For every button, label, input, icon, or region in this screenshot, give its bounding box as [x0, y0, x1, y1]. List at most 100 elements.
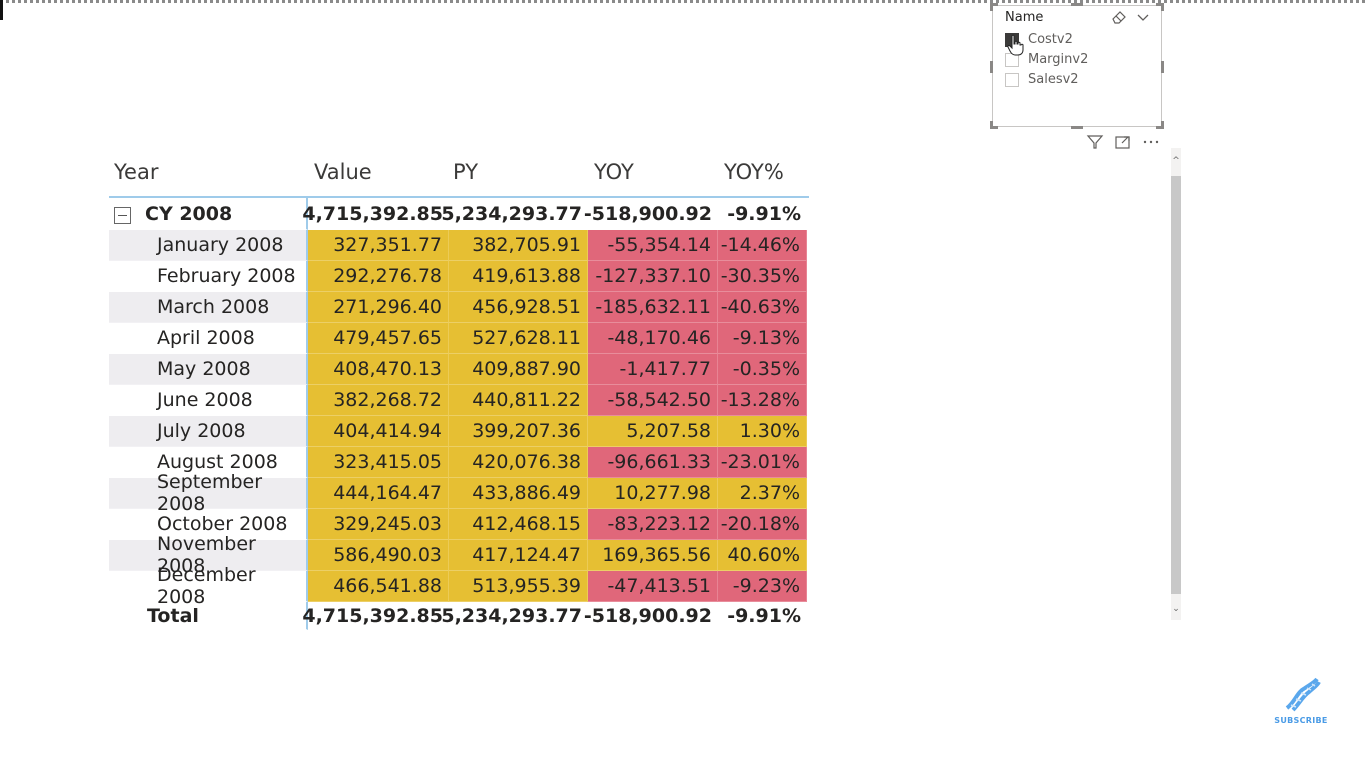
row-header: CY 2008 [109, 198, 308, 230]
chevron-down-icon[interactable] [1136, 10, 1150, 24]
value-cell: 408,470.13 [308, 354, 449, 385]
yoy-cell: -185,632.11 [588, 292, 718, 323]
yoy-pct-cell: -30.35% [718, 261, 807, 292]
focus-mode-icon[interactable] [1114, 134, 1132, 150]
yoy-cell: -518,900.92 [584, 198, 718, 230]
vertical-scrollbar[interactable]: ^ ⌄ [1171, 148, 1181, 620]
column-header-year[interactable]: Year [109, 160, 308, 184]
py-cell: 382,705.91 [449, 230, 588, 261]
py-cell: 5,234,293.77 [441, 198, 588, 230]
total-row: Total 4,715,392.85 5,234,293.77 -518,900… [109, 602, 809, 630]
py-cell: 440,811.22 [449, 385, 588, 416]
yoy-cell: 5,207.58 [588, 416, 718, 447]
total-label: Total [109, 602, 308, 630]
column-header-yoy[interactable]: YOY [588, 160, 718, 184]
py-cell: 419,613.88 [449, 261, 588, 292]
window-edge [0, 0, 3, 20]
value-cell: 329,245.03 [308, 509, 449, 540]
row-header: September 2008 [109, 471, 308, 515]
yoy-pct-cell: -20.18% [718, 509, 807, 540]
checkbox[interactable] [1005, 72, 1019, 87]
py-cell: 409,887.90 [449, 354, 588, 385]
value-cell: 323,415.05 [308, 447, 449, 478]
yoy-pct-cell: -9.13% [718, 323, 807, 354]
value-cell: 466,541.88 [308, 571, 449, 602]
matrix-header: Year Value PY YOY YOY% [109, 148, 809, 198]
yoy-pct-cell: 2.37% [718, 478, 807, 509]
py-cell: 433,886.49 [449, 478, 588, 509]
visual-header-icons [1086, 134, 1160, 150]
collapse-icon[interactable] [114, 207, 131, 224]
value-cell: 382,268.72 [308, 385, 449, 416]
yoy-pct-cell: -9.91% [718, 198, 807, 230]
py-cell: 420,076.38 [449, 447, 588, 478]
yoy-cell: -96,661.33 [588, 447, 718, 478]
row-header: May 2008 [109, 354, 308, 385]
value-cell: 4,715,392.85 [302, 602, 449, 630]
resize-handle[interactable] [990, 121, 993, 129]
table-row: July 2008 404,414.94 399,207.36 5,207.58 1.3… [109, 416, 809, 447]
yoy-pct-cell: 1.30% [718, 416, 807, 447]
hand-cursor-icon [1007, 34, 1024, 56]
slicer-option-salesv2[interactable]: Salesv2 [1005, 72, 1079, 87]
scroll-down-arrow-icon[interactable]: ⌄ [1171, 602, 1181, 616]
resize-handle[interactable] [990, 61, 993, 73]
resize-handle[interactable] [1071, 3, 1083, 6]
value-cell: 586,490.03 [308, 540, 449, 571]
py-cell: 456,928.51 [449, 292, 588, 323]
yoy-pct-cell: -9.23% [718, 571, 807, 602]
row-header: December 2008 [109, 564, 308, 608]
filter-icon[interactable] [1086, 134, 1104, 150]
row-header: June 2008 [109, 385, 308, 416]
value-cell: 327,351.77 [308, 230, 449, 261]
yoy-pct-cell: -13.28% [718, 385, 807, 416]
resize-handle[interactable] [990, 3, 993, 11]
column-header-value[interactable]: Value [308, 160, 449, 184]
value-cell: 292,276.78 [308, 261, 449, 292]
value-cell: 444,164.47 [308, 478, 449, 509]
resize-handle[interactable] [1161, 61, 1164, 73]
yoy-cell: -518,900.92 [584, 602, 718, 630]
column-header-py[interactable]: PY [449, 160, 588, 184]
row-header: July 2008 [109, 416, 308, 447]
table-row: March 2008 271,296.40 456,928.51 -185,632.1… [109, 292, 809, 323]
resize-handle[interactable] [1161, 3, 1164, 11]
resize-handle[interactable] [1071, 126, 1083, 129]
py-cell: 412,468.15 [449, 509, 588, 540]
value-cell: 271,296.40 [308, 292, 449, 323]
yoy-cell: -58,542.50 [588, 385, 718, 416]
name-slicer[interactable]: Name Costv2 Marginv2 Salesv2 [990, 3, 1164, 129]
yoy-cell: 10,277.98 [588, 478, 718, 509]
more-options-icon[interactable] [1142, 134, 1160, 150]
subscribe-label: SUBSCRIBE [1274, 716, 1328, 725]
py-cell: 5,234,293.77 [441, 602, 588, 630]
table-row: May 2008 408,470.13 409,887.90 -1,417.77 -0.… [109, 354, 809, 385]
row-header: April 2008 [109, 323, 308, 354]
py-cell: 417,124.47 [449, 540, 588, 571]
yoy-cell: -83,223.12 [588, 509, 718, 540]
resize-handle[interactable] [1161, 121, 1164, 129]
table-row: June 2008 382,268.72 440,811.22 -58,542.50-… [109, 385, 809, 416]
slicer-option-label: Salesv2 [1028, 72, 1079, 87]
yoy-cell: -47,413.51 [588, 571, 718, 602]
scrollbar-thumb[interactable] [1171, 176, 1181, 594]
column-header-yoy-pct[interactable]: YOY% [718, 160, 807, 184]
yoy-pct-cell: -23.01% [718, 447, 807, 478]
eraser-icon[interactable] [1111, 10, 1127, 24]
slicer-option-label: Costv2 [1028, 32, 1073, 47]
slicer-title: Name [1005, 10, 1044, 25]
row-header: March 2008 [109, 292, 308, 323]
matrix-visual: Year Value PY YOY YOY% CY 2008 4,715,392… [109, 148, 809, 630]
py-cell: 513,955.39 [449, 571, 588, 602]
yoy-cell: -127,337.10 [588, 261, 718, 292]
table-row: December 2008 466,541.88 513,955.39 -47,413… [109, 564, 809, 608]
table-row: January 2008 327,351.77 382,705.91 -55,354.… [109, 230, 809, 261]
yoy-cell: -1,417.77 [588, 354, 718, 385]
slicer-option-label: Marginv2 [1028, 52, 1089, 67]
subscribe-badge[interactable]: SUBSCRIBE [1272, 676, 1330, 725]
dna-icon [1285, 677, 1321, 712]
yoy-pct-cell: -40.63% [718, 292, 807, 323]
yoy-cell: 169,365.56 [588, 540, 718, 571]
py-cell: 527,628.11 [449, 323, 588, 354]
scroll-up-arrow-icon[interactable]: ^ [1171, 154, 1181, 168]
